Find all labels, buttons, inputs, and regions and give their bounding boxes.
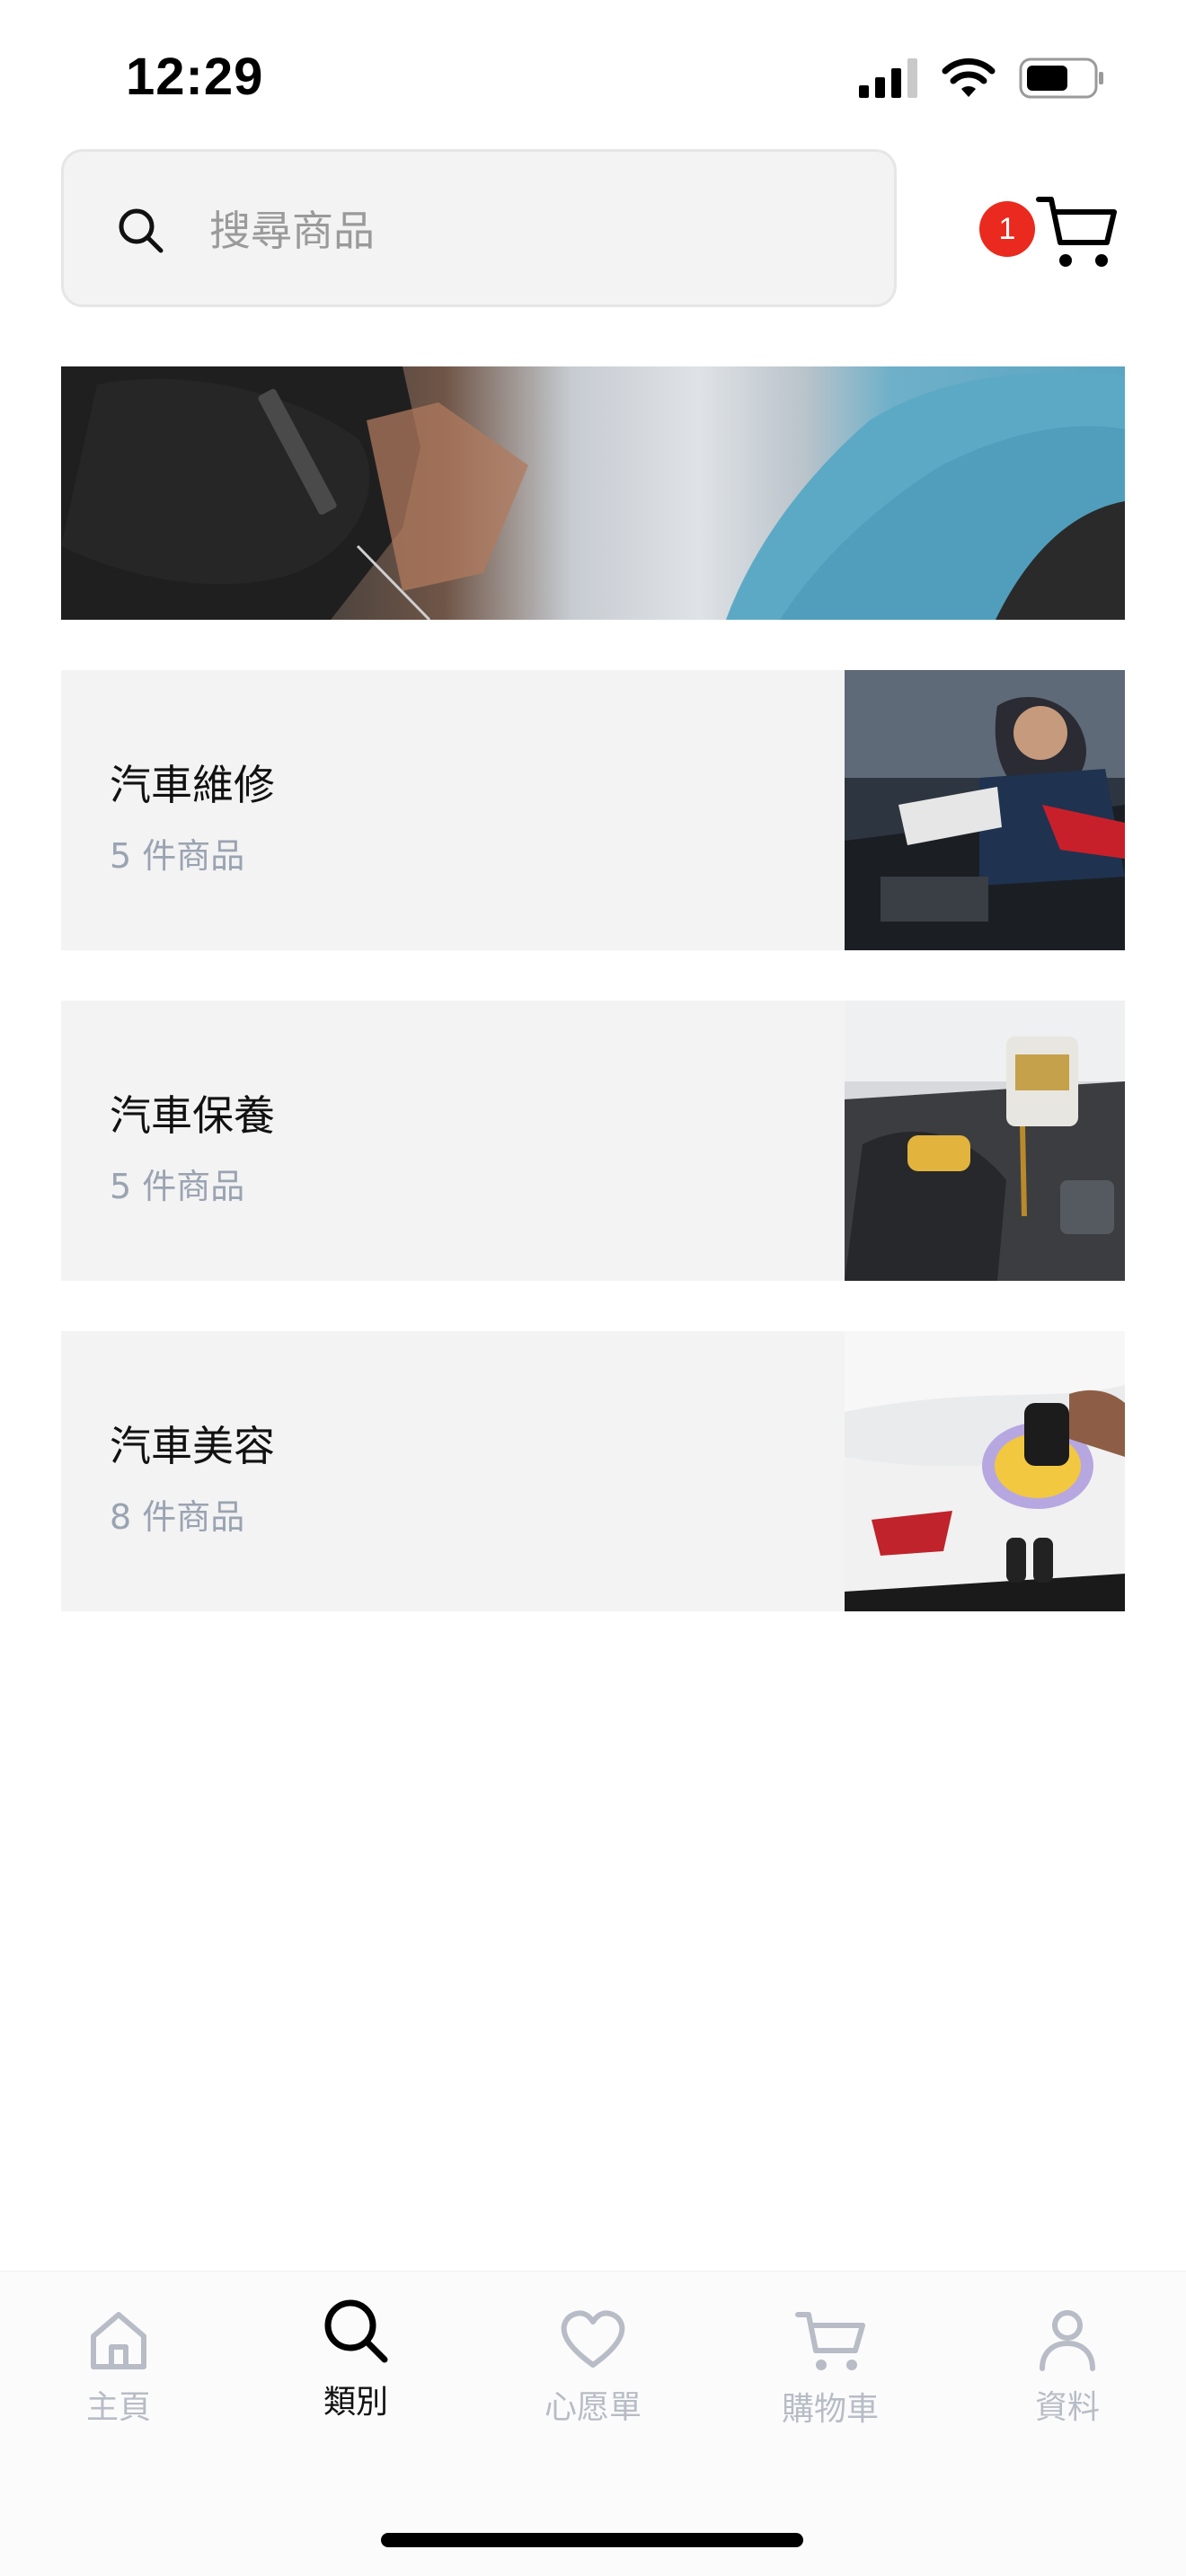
search-bar[interactable]: 搜尋商品 (61, 149, 897, 307)
cart-icon (795, 2312, 865, 2370)
category-title: 汽車保養 (110, 1091, 275, 1140)
nav-item-categories[interactable]: 類別 (275, 2299, 437, 2422)
home-icon (91, 2312, 146, 2369)
app-screen: 12:29 搜尋商品 1 汽車維修 5 件商品 汽車保養 5 件商品 汽車美容 … (0, 0, 1186, 2576)
nav-item-home[interactable]: 主頁 (38, 2307, 199, 2428)
nav-label: 主頁 (85, 2389, 151, 2426)
nav-label: 心愿單 (544, 2389, 642, 2426)
nav-item-cart[interactable]: 購物車 (749, 2307, 911, 2430)
user-icon (1040, 2310, 1095, 2371)
cellular-signal-icon (859, 58, 917, 98)
status-time: 12:29 (126, 48, 264, 106)
category-title: 汽車維修 (110, 761, 275, 809)
promo-banner[interactable] (61, 366, 1125, 620)
heart-icon (561, 2310, 625, 2368)
category-card-car-beauty[interactable]: 汽車美容 8 件商品 (61, 1331, 1125, 1611)
category-card-car-repair[interactable]: 汽車維修 5 件商品 (61, 670, 1125, 950)
nav-label: 資料 (1034, 2389, 1100, 2426)
wifi-icon (942, 57, 996, 97)
category-title: 汽車美容 (110, 1422, 275, 1470)
nav-item-wishlist[interactable]: 心愿單 (512, 2307, 674, 2428)
nav-label: 類別 (323, 2384, 388, 2421)
cart-button[interactable]: 1 (979, 192, 1117, 282)
mechanic-repair-photo (845, 670, 1125, 950)
status-icons (859, 56, 1105, 101)
cart-icon (1036, 197, 1117, 267)
car-polishing-photo (845, 1331, 1125, 1611)
category-count: 5 件商品 (110, 836, 245, 876)
nav-item-profile[interactable]: 資料 (987, 2307, 1148, 2428)
engine-oil-photo (845, 1001, 1125, 1281)
home-indicator[interactable] (381, 2533, 803, 2547)
banner-photo (61, 366, 1125, 620)
search-icon (119, 208, 164, 253)
bottom-navigation: 主頁 類別 心愿單 購物車 資料 (0, 2271, 1186, 2576)
category-count: 8 件商品 (110, 1497, 245, 1537)
battery-icon (1019, 57, 1103, 99)
search-icon (324, 2299, 388, 2363)
cart-badge: 1 (979, 201, 1035, 257)
status-bar: 12:29 (0, 0, 1186, 144)
nav-label: 購物車 (781, 2391, 879, 2428)
category-card-car-maintenance[interactable]: 汽車保養 5 件商品 (61, 1001, 1125, 1281)
category-count: 5 件商品 (110, 1167, 245, 1206)
search-placeholder: 搜尋商品 (209, 207, 375, 255)
